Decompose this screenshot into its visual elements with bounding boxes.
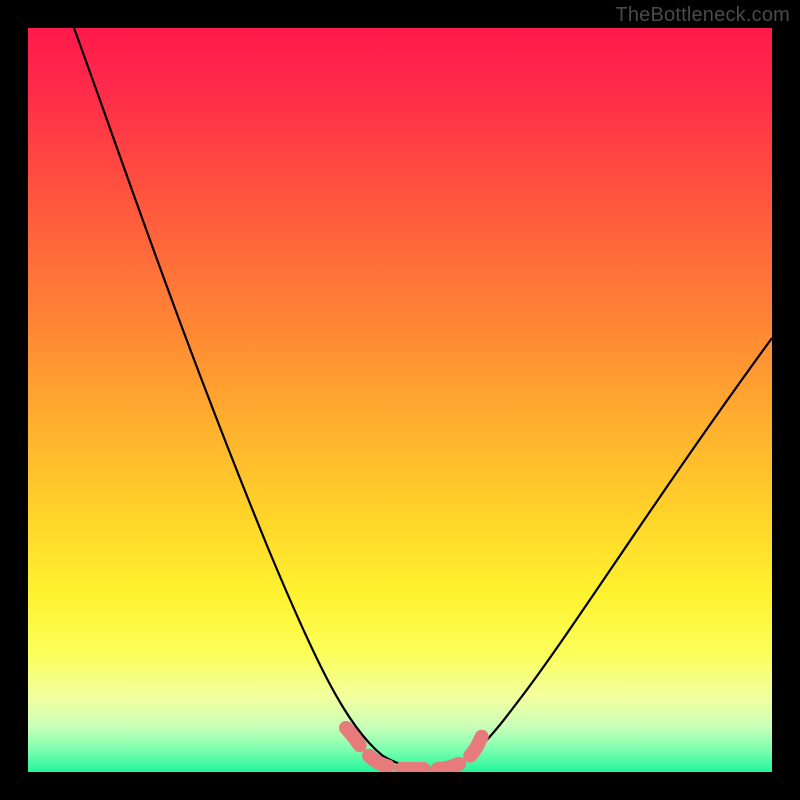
watermark-text: TheBottleneck.com: [615, 4, 790, 27]
chart-frame: TheBottleneck.com: [0, 0, 800, 800]
chart-svg: [28, 28, 772, 772]
chart-plot-area: [28, 28, 772, 772]
bottleneck-curve: [74, 28, 772, 769]
optimal-range-marker: [346, 728, 488, 769]
